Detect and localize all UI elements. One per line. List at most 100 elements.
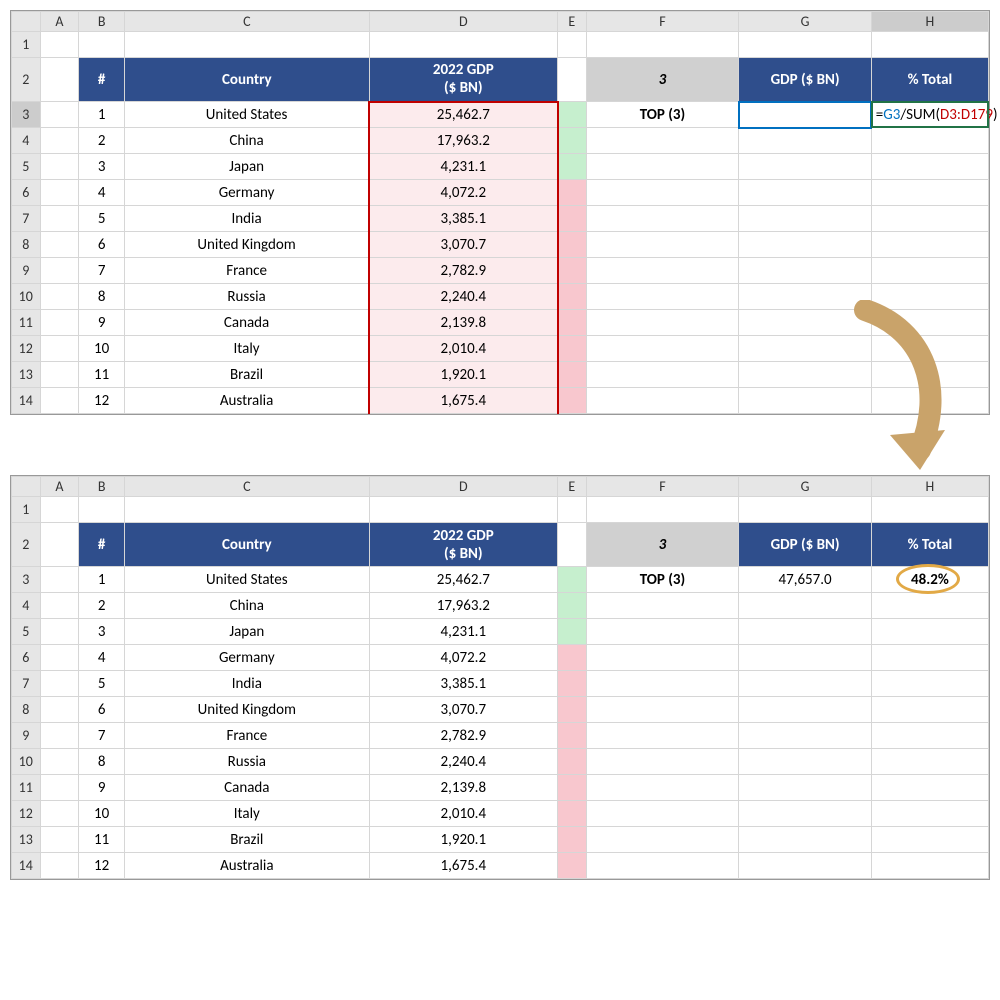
cell-country[interactable]: United States <box>125 567 370 593</box>
grid-bottom[interactable]: A B C D E F G H 1 2 # Country 2022 GDP (… <box>11 476 989 879</box>
status-cell[interactable] <box>558 645 587 671</box>
cell-rank[interactable]: 9 <box>79 310 125 336</box>
cell-country[interactable]: France <box>125 723 370 749</box>
status-cell[interactable] <box>558 749 587 775</box>
row-13[interactable]: 13 <box>12 827 41 853</box>
row-11[interactable]: 11 <box>12 775 41 801</box>
row-11[interactable]: 11 <box>12 310 41 336</box>
col-B[interactable]: B <box>79 12 125 32</box>
cell-rank[interactable]: 12 <box>79 853 125 879</box>
status-cell[interactable] <box>558 336 587 362</box>
row-5[interactable]: 5 <box>12 154 41 180</box>
cell-gdp[interactable]: 2,782.9 <box>369 258 557 284</box>
status-cell[interactable] <box>558 206 587 232</box>
status-cell[interactable] <box>558 619 587 645</box>
row-14[interactable]: 14 <box>12 388 41 414</box>
col-D[interactable]: D <box>369 12 557 32</box>
row-9[interactable]: 9 <box>12 258 41 284</box>
cell-country[interactable]: United Kingdom <box>125 697 370 723</box>
cell-country[interactable]: Brazil <box>125 362 370 388</box>
status-cell[interactable] <box>558 801 587 827</box>
row-1[interactable]: 1 <box>12 32 41 58</box>
cell-rank[interactable]: 7 <box>79 258 125 284</box>
cell-country[interactable]: Italy <box>125 801 370 827</box>
cell-rank[interactable]: 10 <box>79 336 125 362</box>
cell-country[interactable]: China <box>125 593 370 619</box>
cell-gdp[interactable]: 2,240.4 <box>369 284 557 310</box>
status-cell[interactable] <box>558 853 587 879</box>
cell-rank[interactable]: 4 <box>79 645 125 671</box>
row-3[interactable]: 3 <box>12 102 41 128</box>
cell-G3[interactable] <box>739 102 871 128</box>
cell-rank[interactable]: 11 <box>79 362 125 388</box>
cell-rank[interactable]: 12 <box>79 388 125 414</box>
cell-gdp[interactable]: 2,139.8 <box>369 775 557 801</box>
cell-rank[interactable]: 1 <box>79 567 125 593</box>
row-13[interactable]: 13 <box>12 362 41 388</box>
row-4[interactable]: 4 <box>12 128 41 154</box>
status-cell[interactable] <box>558 775 587 801</box>
col-E[interactable]: E <box>558 12 587 32</box>
row-7[interactable]: 7 <box>12 671 41 697</box>
col-G[interactable]: G <box>739 12 871 32</box>
status-cell[interactable] <box>558 180 587 206</box>
cell-country[interactable]: Australia <box>125 853 370 879</box>
cell-country[interactable]: Australia <box>125 388 370 414</box>
cell-country[interactable]: France <box>125 258 370 284</box>
cell-rank[interactable]: 7 <box>79 723 125 749</box>
cell-rank[interactable]: 11 <box>79 827 125 853</box>
status-cell[interactable] <box>558 388 587 414</box>
col-C[interactable]: C <box>125 477 370 497</box>
status-cell[interactable] <box>558 284 587 310</box>
cell-gdp[interactable]: 3,385.1 <box>369 206 557 232</box>
cell-country[interactable]: Canada <box>125 310 370 336</box>
col-F[interactable]: F <box>586 12 739 32</box>
status-cell[interactable] <box>558 232 587 258</box>
cell-gdp[interactable]: 4,231.1 <box>369 619 557 645</box>
row-6[interactable]: 6 <box>12 180 41 206</box>
row-9[interactable]: 9 <box>12 723 41 749</box>
cell-gdp[interactable]: 2,240.4 <box>369 749 557 775</box>
status-cell[interactable] <box>558 258 587 284</box>
cell-gdp[interactable]: 1,920.1 <box>369 827 557 853</box>
cell-country[interactable]: Canada <box>125 775 370 801</box>
cell-gdp[interactable]: 2,010.4 <box>369 336 557 362</box>
cell-rank[interactable]: 4 <box>79 180 125 206</box>
status-cell[interactable] <box>558 593 587 619</box>
col-E[interactable]: E <box>558 477 587 497</box>
cell-rank[interactable]: 2 <box>79 593 125 619</box>
cell-rank[interactable]: 9 <box>79 775 125 801</box>
result-pct[interactable]: 48.2% <box>871 567 988 593</box>
row-12[interactable]: 12 <box>12 801 41 827</box>
row-4[interactable]: 4 <box>12 593 41 619</box>
cell-rank[interactable]: 5 <box>79 206 125 232</box>
cell-gdp[interactable]: 3,070.7 <box>369 697 557 723</box>
status-cell[interactable] <box>558 310 587 336</box>
row-8[interactable]: 8 <box>12 232 41 258</box>
row-3[interactable]: 3 <box>12 567 41 593</box>
cell-rank[interactable]: 8 <box>79 284 125 310</box>
cell-gdp[interactable]: 25,462.7 <box>369 102 557 128</box>
cell-rank[interactable]: 6 <box>79 697 125 723</box>
cell-country[interactable]: Russia <box>125 284 370 310</box>
formula-cell-H3[interactable]: =G3/SUM(D3:D179) <box>871 102 988 128</box>
status-cell[interactable] <box>558 671 587 697</box>
cell-country[interactable]: Germany <box>125 645 370 671</box>
row-14[interactable]: 14 <box>12 853 41 879</box>
row-6[interactable]: 6 <box>12 645 41 671</box>
col-A[interactable]: A <box>40 12 79 32</box>
cell-country[interactable]: India <box>125 206 370 232</box>
status-cell[interactable] <box>558 154 587 180</box>
col-C[interactable]: C <box>125 12 370 32</box>
cell-country[interactable]: Brazil <box>125 827 370 853</box>
cell-rank[interactable]: 10 <box>79 801 125 827</box>
select-all[interactable] <box>12 477 41 497</box>
row-1[interactable]: 1 <box>12 497 41 523</box>
row-10[interactable]: 10 <box>12 749 41 775</box>
cell-country[interactable]: United States <box>125 102 370 128</box>
cell-rank[interactable]: 3 <box>79 619 125 645</box>
row-12[interactable]: 12 <box>12 336 41 362</box>
cell-rank[interactable]: 6 <box>79 232 125 258</box>
cell-gdp[interactable]: 2,010.4 <box>369 801 557 827</box>
status-cell[interactable] <box>558 827 587 853</box>
